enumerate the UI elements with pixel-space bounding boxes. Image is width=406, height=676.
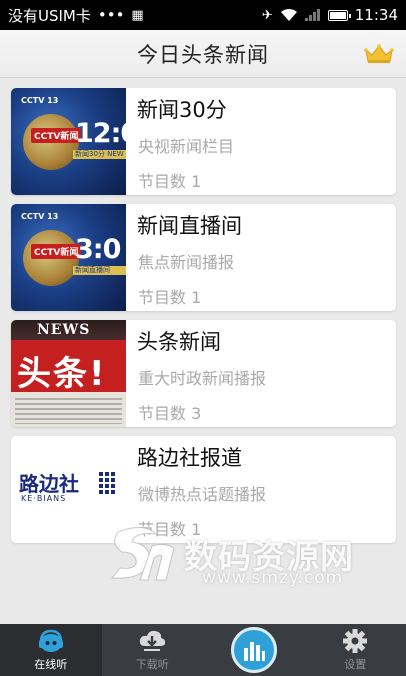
program-count: 节目数 3 bbox=[138, 404, 202, 423]
nav-label: 设置 bbox=[344, 658, 367, 671]
program-thumbnail: CCTV 13 CCTV新闻 3:0 新闻直播间 LIVE bbox=[11, 204, 126, 311]
nav-settings[interactable]: 设置 bbox=[305, 624, 406, 676]
status-right: ✈ 11:34 bbox=[262, 6, 398, 24]
program-count: 节目数 1 bbox=[138, 520, 202, 539]
equalizer-icon bbox=[243, 642, 265, 661]
thumb-time-text: 3:0 bbox=[75, 234, 121, 265]
program-thumbnail: NEWS 头条! bbox=[11, 320, 126, 427]
program-title: 新闻直播间 bbox=[137, 214, 242, 238]
mute-icon: ✈ bbox=[261, 7, 273, 23]
status-bar: 没有USIM卡 ••• ▦ ✈ 11:34 bbox=[0, 0, 406, 30]
headphones-icon bbox=[38, 629, 63, 652]
bottom-nav: 在线听 下载听 设置 bbox=[0, 624, 406, 676]
watermark-url: www.smzy.com bbox=[202, 568, 344, 588]
news-headline-text: 头条! bbox=[17, 354, 107, 394]
program-card-lubianshe[interactable]: 路边社 KE·BIANS 路边社报道 微博热点话题播报 节目数 1 bbox=[11, 436, 396, 543]
thumb-strip-text: 新闻直播间 LIVE bbox=[75, 266, 110, 283]
program-title: 路边社报道 bbox=[137, 446, 242, 470]
program-description: 央视新闻栏目 bbox=[138, 137, 235, 156]
program-thumbnail: CCTV 13 CCTV新闻 12:0 新闻30分 NEW bbox=[11, 88, 126, 195]
signal-icon bbox=[304, 9, 320, 21]
battery-icon bbox=[327, 9, 351, 21]
crown-icon[interactable] bbox=[364, 44, 394, 64]
program-description: 微博热点话题播报 bbox=[138, 485, 267, 504]
cctv-logo: CCTV 13 bbox=[21, 212, 59, 221]
nav-player[interactable] bbox=[203, 624, 305, 676]
cctv-logo: CCTV 13 bbox=[21, 96, 59, 105]
nav-online-listen[interactable]: 在线听 bbox=[0, 624, 102, 676]
lubian-logo-text: 路边社 bbox=[19, 472, 79, 496]
nav-label: 下载听 bbox=[135, 658, 169, 671]
thumb-strip-text: 新闻30分 NEW bbox=[75, 150, 124, 158]
program-title: 新闻30分 bbox=[137, 98, 227, 122]
program-count: 节目数 1 bbox=[138, 288, 202, 307]
page-title: 今日头条新闻 bbox=[137, 42, 269, 67]
sim-icon: ▦ bbox=[131, 7, 144, 23]
lubian-logo-subtext: KE·BIANS bbox=[21, 494, 67, 503]
program-card-xinwen30fen[interactable]: CCTV 13 CCTV新闻 12:0 新闻30分 NEW 新闻30分 央视新闻… bbox=[11, 88, 396, 195]
program-card-xinwenzhibojian[interactable]: CCTV 13 CCTV新闻 3:0 新闻直播间 LIVE 新闻直播间 焦点新闻… bbox=[11, 204, 396, 311]
wifi-icon bbox=[280, 8, 297, 21]
download-icon bbox=[140, 630, 166, 651]
program-description: 重大时政新闻播报 bbox=[138, 369, 267, 388]
clock-text: 11:34 bbox=[354, 6, 398, 24]
carrier-text: 没有USIM卡 bbox=[8, 6, 91, 25]
news-label: NEWS bbox=[37, 322, 91, 338]
cctv-badge: CCTV新闻 bbox=[31, 244, 82, 259]
thumb-time-text: 12:0 bbox=[75, 118, 126, 149]
program-thumbnail: 路边社 KE·BIANS bbox=[11, 436, 126, 543]
gear-icon bbox=[343, 629, 368, 653]
program-count: 节目数 1 bbox=[138, 172, 202, 191]
program-title: 头条新闻 bbox=[137, 330, 221, 354]
nav-download-listen[interactable]: 下载听 bbox=[102, 624, 204, 676]
player-button[interactable] bbox=[230, 627, 277, 673]
app-header: 今日头条新闻 bbox=[0, 30, 406, 78]
program-description: 焦点新闻播报 bbox=[138, 253, 235, 272]
notification-dots: ••• bbox=[97, 6, 125, 24]
status-left: 没有USIM卡 ••• ▦ bbox=[8, 5, 144, 26]
nav-label: 在线听 bbox=[34, 658, 68, 671]
cctv-badge: CCTV新闻 bbox=[31, 128, 82, 143]
program-card-toutiaoxinwen[interactable]: NEWS 头条! 头条新闻 重大时政新闻播报 节目数 3 bbox=[11, 320, 396, 427]
